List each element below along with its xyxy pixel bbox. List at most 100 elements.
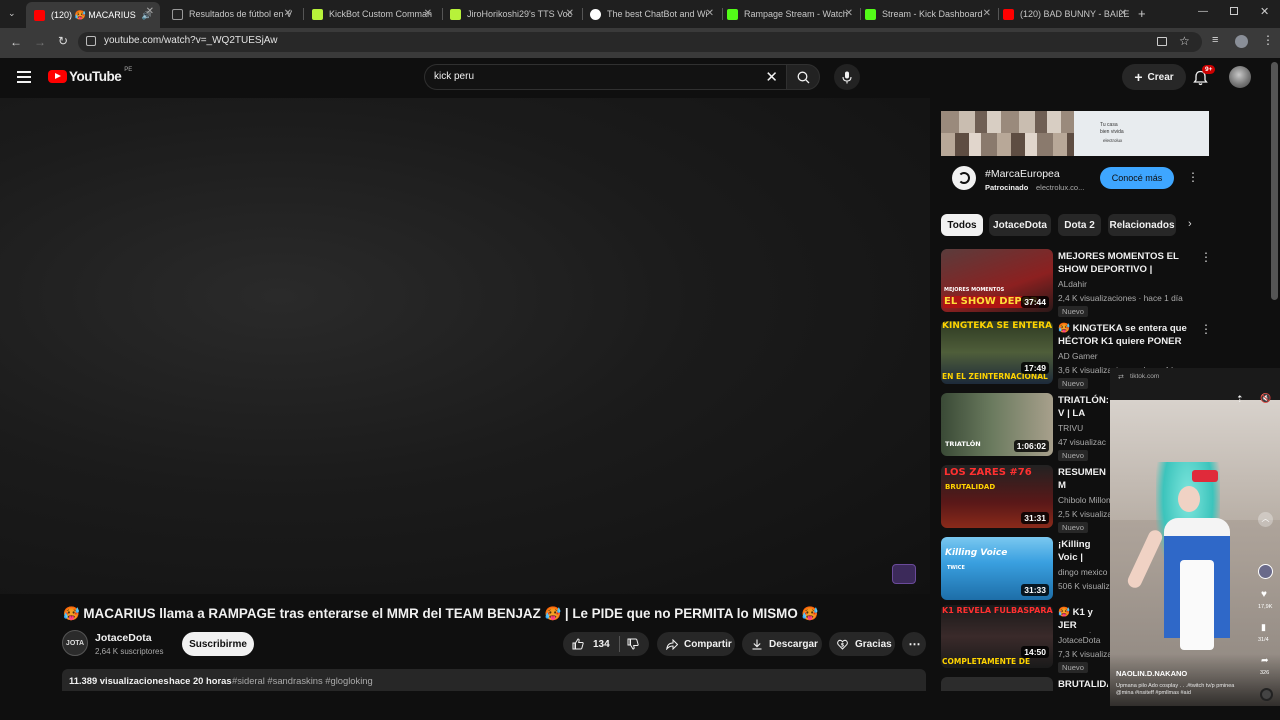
popup-back-to-tab-icon[interactable]: ⇡ (1236, 394, 1244, 405)
hashtags[interactable]: #sideral #sandraskins #glogloking (232, 675, 373, 686)
youtube-wordmark: YouTube (69, 69, 122, 84)
video-thumbnail[interactable]: LOS ZARES #76 BRUTALIDAD 31:31 (941, 465, 1053, 528)
video-thumbnail[interactable]: KINGTEKA SE ENTERA EN EL ZEINTERNACIONAL… (941, 321, 1053, 384)
tab-close-icon[interactable]: ✕ (845, 8, 853, 19)
bookmark-star-icon[interactable]: ☆ (1179, 34, 1190, 48)
like-button[interactable]: 134 (563, 632, 610, 656)
video-title[interactable]: 🥵 K1 y JER HABRÁ 4 TE (1058, 606, 1108, 633)
chip-todos[interactable]: Todos (941, 214, 983, 236)
popup-username[interactable]: NAOLIN.D.NAKANO (1116, 669, 1187, 678)
video-channel[interactable]: AD Gamer (1058, 351, 1098, 361)
profile-avatar-icon[interactable] (1235, 35, 1248, 48)
search-button[interactable] (786, 64, 820, 90)
video-channel[interactable]: ALdahir (1058, 279, 1087, 289)
search-input[interactable]: kick peru ✕ (424, 64, 786, 90)
video-title[interactable]: ¡Killing Voic | dingo mexi (1058, 538, 1108, 565)
ad-banner-image[interactable]: Tu casa bien vivida electrolux (941, 111, 1209, 156)
tab-close-icon[interactable]: ✕ (146, 6, 154, 17)
video-title[interactable]: 🥵 KINGTEKA se entera que HÉCTOR K1 quier… (1058, 322, 1194, 349)
forward-arrow-icon[interactable]: → (34, 35, 46, 49)
browser-tab-active[interactable]: (120) 🥵 MACARIUS 🔊 ✕ (26, 2, 160, 28)
back-arrow-icon[interactable]: ← (10, 35, 22, 49)
chip-jotacedota[interactable]: JotaceDota (989, 214, 1051, 236)
tab-close-icon[interactable]: ✕ (706, 8, 714, 19)
video-channel[interactable]: TRIVU (1058, 423, 1083, 433)
create-button[interactable]: + Crear (1122, 64, 1186, 90)
window-close-icon[interactable]: ✕ (1260, 5, 1269, 18)
youtube-play-icon (48, 70, 67, 83)
site-info-icon[interactable] (86, 36, 96, 46)
new-tab-plus-icon[interactable]: + (1138, 6, 1146, 21)
ad-menu-icon[interactable]: ⋮ (1187, 170, 1199, 184)
tab-close-icon[interactable]: ✕ (1119, 8, 1127, 19)
advertiser-logo-icon[interactable] (952, 166, 976, 190)
browser-tab[interactable]: (120) BAD BUNNY - BAILE ✕ (1001, 4, 1133, 24)
popup-scroll-up-icon[interactable]: ︿ (1258, 512, 1273, 527)
download-button[interactable]: Descargar (742, 632, 822, 656)
tab-search-icon[interactable]: ≡ (1212, 34, 1218, 46)
popup-video[interactable]: NAOLIN.D.NAKANO Upmana pilo Ado cosplay … (1110, 400, 1280, 706)
popup-sound-disc-icon[interactable] (1260, 688, 1273, 701)
popup-comment-icon[interactable]: ▮ (1261, 622, 1266, 633)
tab-close-icon[interactable]: ✕ (284, 8, 292, 19)
video-title[interactable]: RESUMEN M MOMENTOS (1058, 466, 1108, 493)
window-restore-icon[interactable] (1230, 7, 1238, 15)
browser-tab[interactable]: JiroHorikoshi29's TTS Voc ✕ (446, 4, 580, 24)
video-thumbnail[interactable]: Killing Voice TWICE 31:33 (941, 537, 1053, 600)
chip-relacionados[interactable]: Relacionados (1108, 214, 1176, 236)
subscribe-button[interactable]: Suscribirme (182, 632, 254, 656)
video-menu-icon[interactable]: ⋮ (1200, 250, 1212, 264)
video-channel[interactable]: JotaceDota (1058, 635, 1100, 645)
dislike-button[interactable] (620, 638, 639, 650)
more-actions-button[interactable]: ⋯ (902, 632, 926, 656)
tab-list-chevron-icon[interactable]: ⌄ (8, 8, 16, 19)
account-avatar[interactable] (1229, 66, 1251, 88)
chips-next-chevron-icon[interactable]: › (1188, 218, 1192, 230)
notifications-button[interactable]: 9+ (1193, 65, 1216, 86)
browser-tab[interactable]: KickBot Custom Comman ✕ (308, 4, 438, 24)
browser-tab[interactable]: Rampage Stream - Watch ✕ (725, 4, 859, 24)
video-thumbnail[interactable]: K1 REVELA FULBASPARA COMPLETAMENTE DE 14… (941, 605, 1053, 668)
tab-close-icon[interactable]: ✕ (983, 8, 991, 19)
browser-tab[interactable]: Resultados de fútbol en V ✕ (168, 4, 298, 24)
thumbnail-text: BRUTALIDAD (945, 483, 996, 491)
video-title[interactable]: TRIATLÓN: V | LA SUDADE (1058, 394, 1108, 421)
voice-search-button[interactable] (834, 64, 860, 90)
video-menu-icon[interactable]: ⋮ (1200, 322, 1212, 336)
window-minimize-icon[interactable]: — (1198, 6, 1208, 17)
video-channel[interactable]: Chibolo Millon (1058, 495, 1111, 505)
clear-search-icon[interactable]: ✕ (765, 68, 778, 86)
video-title[interactable]: MEJORES MOMENTOS EL SHOW DEPORTIVO | RES… (1058, 250, 1194, 277)
channel-avatar[interactable]: JOTA (62, 630, 88, 656)
youtube-logo[interactable]: YouTube PE (48, 67, 132, 84)
ad-title[interactable]: #MarcaEuropea (985, 168, 1060, 180)
video-player[interactable] (0, 98, 930, 594)
popup-creator-avatar[interactable] (1258, 564, 1273, 579)
video-channel[interactable]: dingo mexico (1058, 567, 1107, 577)
browser-tab[interactable]: The best ChatBot and Wi ✕ (586, 4, 720, 24)
browser-tab[interactable]: Stream - Kick Dashboard ✕ (863, 4, 997, 24)
channel-name[interactable]: JotaceDota (95, 632, 152, 644)
tab-close-icon[interactable]: ✕ (566, 8, 574, 19)
reload-icon[interactable]: ↻ (58, 34, 68, 48)
page-scrollbar-thumb[interactable] (1271, 62, 1278, 300)
browser-menu-icon[interactable]: ⋮ (1262, 33, 1274, 47)
popup-mute-icon[interactable]: 🔇 (1260, 393, 1271, 404)
video-title[interactable]: BRUTALIDA (1058, 678, 1108, 691)
chip-dota2[interactable]: Dota 2 (1058, 214, 1101, 236)
thanks-button[interactable]: $ Gracias (829, 632, 895, 656)
video-thumbnail[interactable] (941, 677, 1053, 691)
tab-close-icon[interactable]: ✕ (424, 8, 432, 19)
channel-watermark-icon[interactable] (892, 564, 916, 584)
video-thumbnail[interactable]: MEJORES MOMENTOS EL SHOW DEPOR 37:44 (941, 249, 1053, 312)
ad-cta-button[interactable]: Conocé más (1100, 167, 1174, 189)
install-app-icon[interactable] (1157, 37, 1167, 46)
popup-like-icon[interactable]: ♥ (1261, 589, 1267, 600)
thumbnail-text: KINGTEKA SE ENTERA (942, 321, 1053, 331)
share-button[interactable]: Compartir (657, 632, 735, 656)
video-thumbnail[interactable]: TRIATLÓN 1:06:02 (941, 393, 1053, 456)
hamburger-menu-icon[interactable] (17, 71, 31, 83)
url-text[interactable]: youtube.com/watch?v=_WQ2TUESjAw (104, 35, 278, 46)
popup-share-icon[interactable]: ➦ (1261, 655, 1269, 666)
description-box[interactable]: 11.389 visualizaciones hace 20 horas #si… (62, 669, 926, 691)
